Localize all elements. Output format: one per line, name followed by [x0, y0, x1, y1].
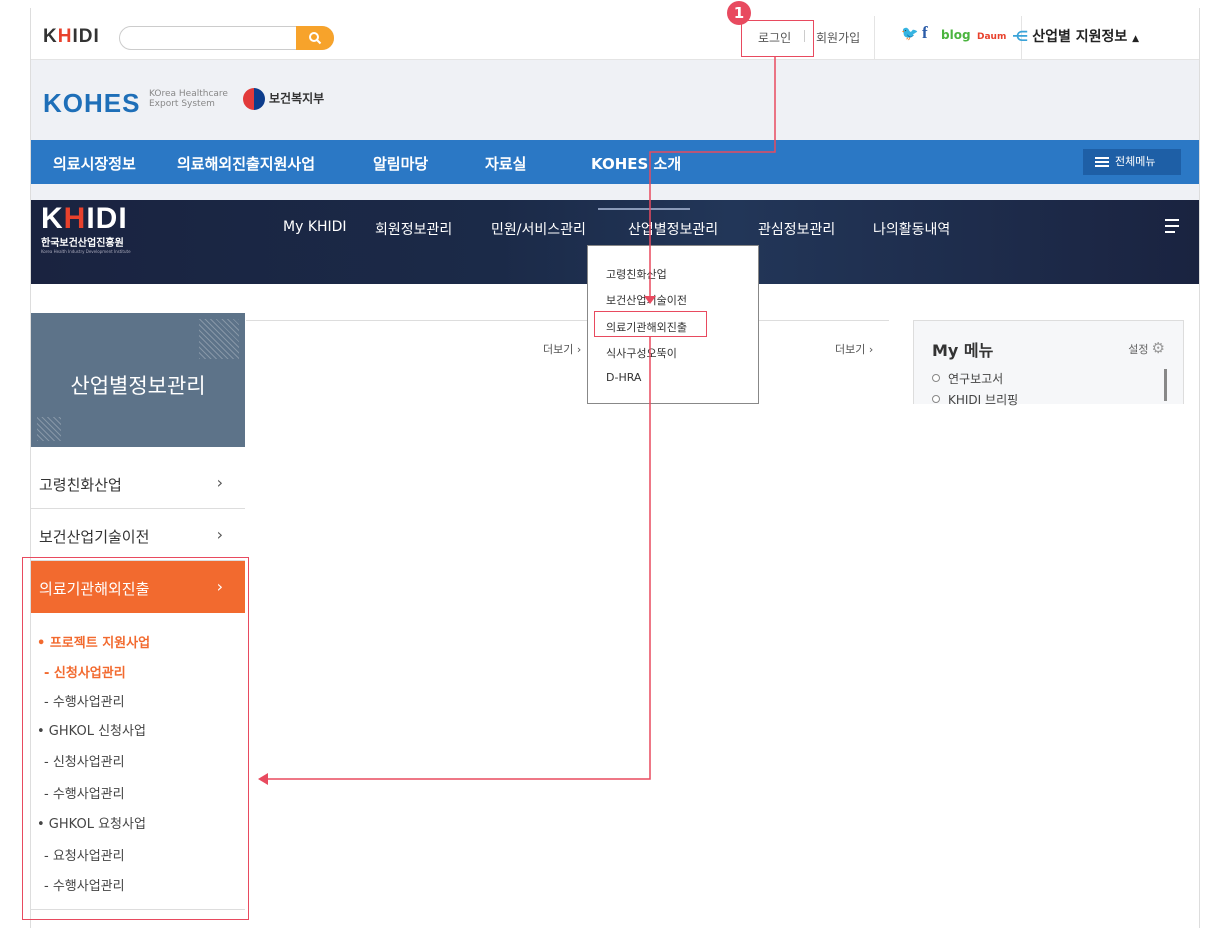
annotation-arrows [258, 57, 776, 785]
